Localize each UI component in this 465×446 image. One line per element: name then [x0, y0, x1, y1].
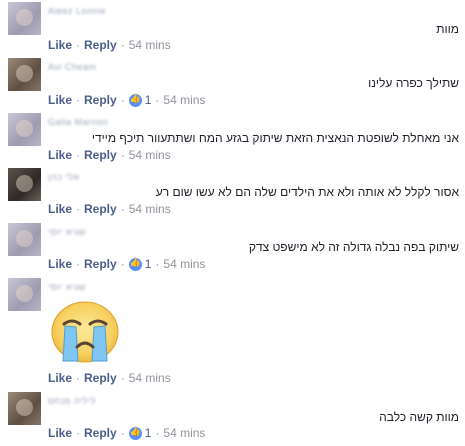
reaction-count[interactable]: 1 — [145, 257, 152, 271]
timestamp[interactable]: 54 mins — [129, 202, 171, 216]
reaction-count[interactable]: 1 — [145, 93, 152, 107]
separator: · — [120, 38, 125, 52]
reply-button[interactable]: Reply — [84, 257, 117, 271]
comment-text: שתילך כפרה עלינו — [368, 76, 459, 90]
like-reaction-icon[interactable] — [128, 93, 142, 107]
commenter-name[interactable]: שגיא יוסי — [48, 227, 86, 237]
reply-button[interactable]: Reply — [84, 202, 117, 216]
comment-actions: Like · Reply · 1 · 54 mins — [48, 426, 205, 441]
separator: · — [120, 257, 125, 271]
commenter-name[interactable]: שגיא יוסי — [48, 282, 86, 292]
comment-text: שיתוק בפה נבלה גדולה זה לא מישפט צדק — [248, 240, 459, 254]
like-button[interactable]: Like — [48, 371, 72, 385]
like-button[interactable]: Like — [48, 426, 72, 440]
comment-text: מוות — [436, 22, 459, 36]
timestamp[interactable]: 54 mins — [129, 148, 171, 162]
separator: · — [76, 38, 81, 52]
commenter-name[interactable]: אלי כהן — [48, 172, 79, 182]
like-reaction-icon[interactable] — [128, 426, 142, 440]
commenter-name[interactable]: Avi Cheam — [48, 62, 96, 72]
avatar[interactable] — [8, 113, 41, 146]
separator: · — [76, 371, 81, 385]
comment-text: מוות קשה כלבה — [379, 410, 459, 424]
separator: · — [155, 257, 160, 271]
avatar[interactable] — [8, 2, 41, 35]
separator: · — [76, 93, 81, 107]
separator: · — [120, 148, 125, 162]
comment-actions: Like · Reply · 54 mins — [48, 148, 171, 162]
comment-actions: Like · Reply · 54 mins — [48, 38, 171, 52]
reply-button[interactable]: Reply — [84, 148, 117, 162]
separator: · — [76, 426, 81, 440]
separator: · — [155, 426, 160, 440]
reaction-count[interactable]: 1 — [145, 426, 152, 440]
crying-face-icon — [51, 301, 119, 363]
separator: · — [76, 257, 81, 271]
avatar[interactable] — [8, 278, 41, 311]
timestamp[interactable]: 54 mins — [163, 93, 205, 107]
like-button[interactable]: Like — [48, 202, 72, 216]
timestamp[interactable]: 54 mins — [163, 426, 205, 440]
reply-button[interactable]: Reply — [84, 38, 117, 52]
comment-actions: Like · Reply · 1 · 54 mins — [48, 257, 205, 272]
like-button[interactable]: Like — [48, 93, 72, 107]
separator: · — [120, 202, 125, 216]
separator: · — [120, 371, 125, 385]
timestamp[interactable]: 54 mins — [163, 257, 205, 271]
comment-actions: Like · Reply · 54 mins — [48, 202, 171, 216]
avatar[interactable] — [8, 168, 41, 201]
reply-button[interactable]: Reply — [84, 371, 117, 385]
like-button[interactable]: Like — [48, 257, 72, 271]
avatar[interactable] — [8, 223, 41, 256]
like-reaction-icon[interactable] — [128, 257, 142, 271]
separator: · — [76, 148, 81, 162]
reply-button[interactable]: Reply — [84, 93, 117, 107]
reply-button[interactable]: Reply — [84, 426, 117, 440]
like-button[interactable]: Like — [48, 148, 72, 162]
commenter-name[interactable]: Aleez Lonnie — [48, 6, 106, 16]
commenter-name[interactable]: Galia Marnon — [48, 117, 108, 127]
comment-text: אני מאחלת לשופטת הנאצית הזאת שיתוק בגזע … — [91, 131, 459, 145]
comment-actions: Like · Reply · 1 · 54 mins — [48, 93, 205, 108]
separator: · — [120, 93, 125, 107]
avatar[interactable] — [8, 392, 41, 425]
separator: · — [120, 426, 125, 440]
timestamp[interactable]: 54 mins — [129, 371, 171, 385]
comment-text: אסור לקלל לא אותה ולא את הילדים שלה הם ל… — [155, 185, 459, 199]
separator: · — [155, 93, 160, 107]
timestamp[interactable]: 54 mins — [129, 38, 171, 52]
commenter-name[interactable]: ליליה פנחס — [48, 396, 96, 406]
separator: · — [76, 202, 81, 216]
avatar[interactable] — [8, 58, 41, 91]
comment-actions: Like · Reply · 54 mins — [48, 371, 171, 385]
like-button[interactable]: Like — [48, 38, 72, 52]
